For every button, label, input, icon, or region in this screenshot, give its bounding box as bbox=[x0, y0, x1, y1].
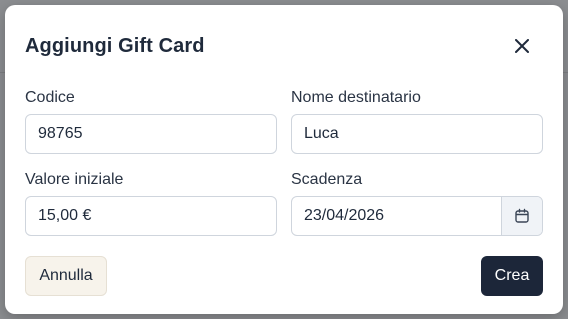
initial-value-label: Valore iniziale bbox=[25, 171, 124, 188]
close-icon bbox=[515, 39, 529, 53]
close-button[interactable] bbox=[509, 33, 535, 59]
expiry-date-value[interactable]: 23/04/2026 bbox=[292, 197, 501, 235]
cancel-button[interactable]: Annulla bbox=[25, 256, 107, 296]
expiry-date-label: Scadenza bbox=[291, 171, 363, 188]
expiry-date-field[interactable]: 23/04/2026 bbox=[291, 196, 543, 236]
code-input[interactable] bbox=[25, 114, 277, 154]
create-button[interactable]: Crea bbox=[481, 256, 543, 296]
recipient-name-label: Nome destinatario bbox=[291, 89, 421, 106]
recipient-name-input[interactable] bbox=[291, 114, 543, 154]
initial-value-input[interactable] bbox=[25, 196, 277, 236]
dialog-title: Aggiungi Gift Card bbox=[25, 35, 205, 57]
calendar-icon bbox=[515, 208, 529, 223]
date-picker-button[interactable] bbox=[501, 197, 542, 235]
add-gift-card-dialog: Aggiungi Gift Card Codice Nome destinata… bbox=[5, 5, 563, 314]
code-label: Codice bbox=[25, 89, 75, 106]
